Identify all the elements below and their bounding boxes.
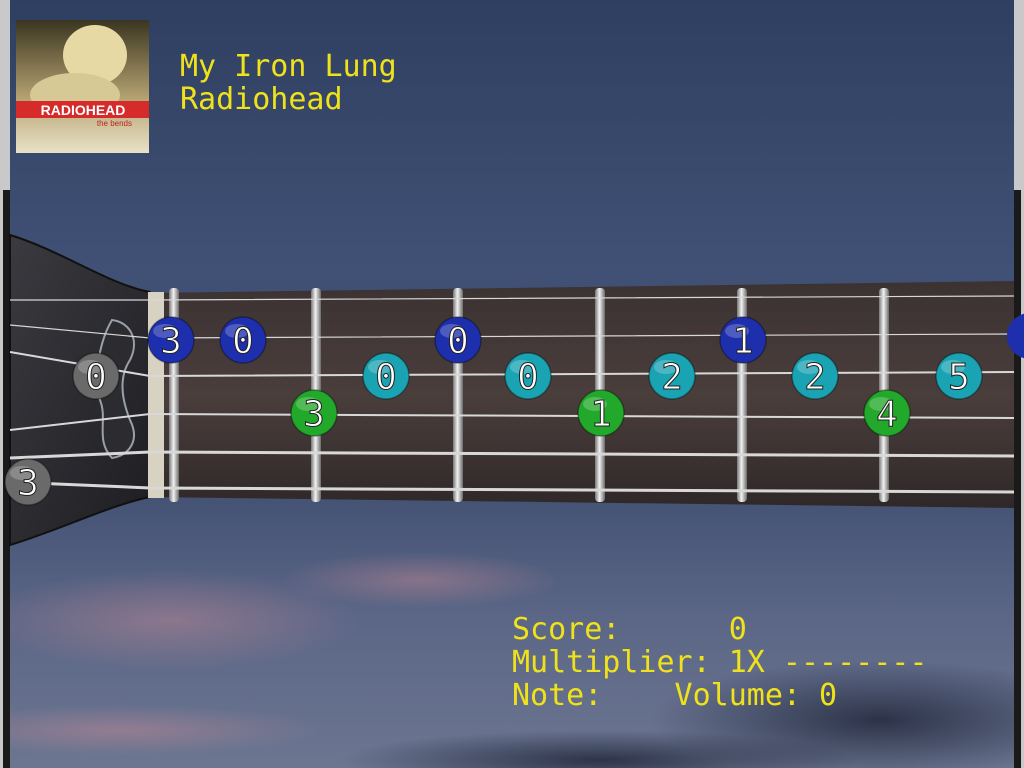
note-label: 2 xyxy=(661,357,683,398)
note-marker: 5 xyxy=(935,352,983,400)
song-artist: Radiohead xyxy=(180,82,343,117)
note-marker: 3 xyxy=(4,458,52,506)
note-marker: 1 xyxy=(577,389,625,437)
note-marker: 0 xyxy=(72,352,120,400)
note-marker: 0 xyxy=(362,352,410,400)
note-label: 2 xyxy=(804,357,826,398)
album-art: RADIOHEAD the bends xyxy=(16,20,149,153)
note-marker: 1 xyxy=(719,316,767,364)
cloud xyxy=(280,552,560,608)
note-marker: 0 xyxy=(219,316,267,364)
note-label: 5 xyxy=(948,357,970,398)
note-marker: 0 xyxy=(504,352,552,400)
note-label: 0 xyxy=(375,357,397,398)
album-band-text: RADIOHEAD xyxy=(41,102,126,118)
right-border-dark xyxy=(1014,190,1021,768)
note-marker: 2 xyxy=(648,352,696,400)
note-marker: 3 xyxy=(290,389,338,437)
song-title: My Iron Lung xyxy=(180,49,397,84)
note-marker: 0 xyxy=(434,316,482,364)
note-label: 0 xyxy=(447,321,469,362)
multiplier-readout: Multiplier: 1X -------- xyxy=(512,645,928,680)
note-label: 0 xyxy=(85,357,107,398)
note-marker: 2 xyxy=(791,352,839,400)
note-marker: 4 xyxy=(863,389,911,437)
note-label: 1 xyxy=(732,321,754,362)
note-label: 3 xyxy=(303,394,325,435)
note-marker: 3 xyxy=(147,316,195,364)
note-label: 0 xyxy=(517,357,539,398)
note-label: 3 xyxy=(17,463,39,504)
note-label: 4 xyxy=(876,394,898,435)
score-readout: Score: 0 xyxy=(512,612,747,647)
album-title-text: the bends xyxy=(97,119,132,128)
note-label: 0 xyxy=(232,321,254,362)
note-volume-readout: Note: Volume: 0 xyxy=(512,678,838,713)
note-label: 1 xyxy=(590,394,612,435)
note-label: 3 xyxy=(160,321,182,362)
